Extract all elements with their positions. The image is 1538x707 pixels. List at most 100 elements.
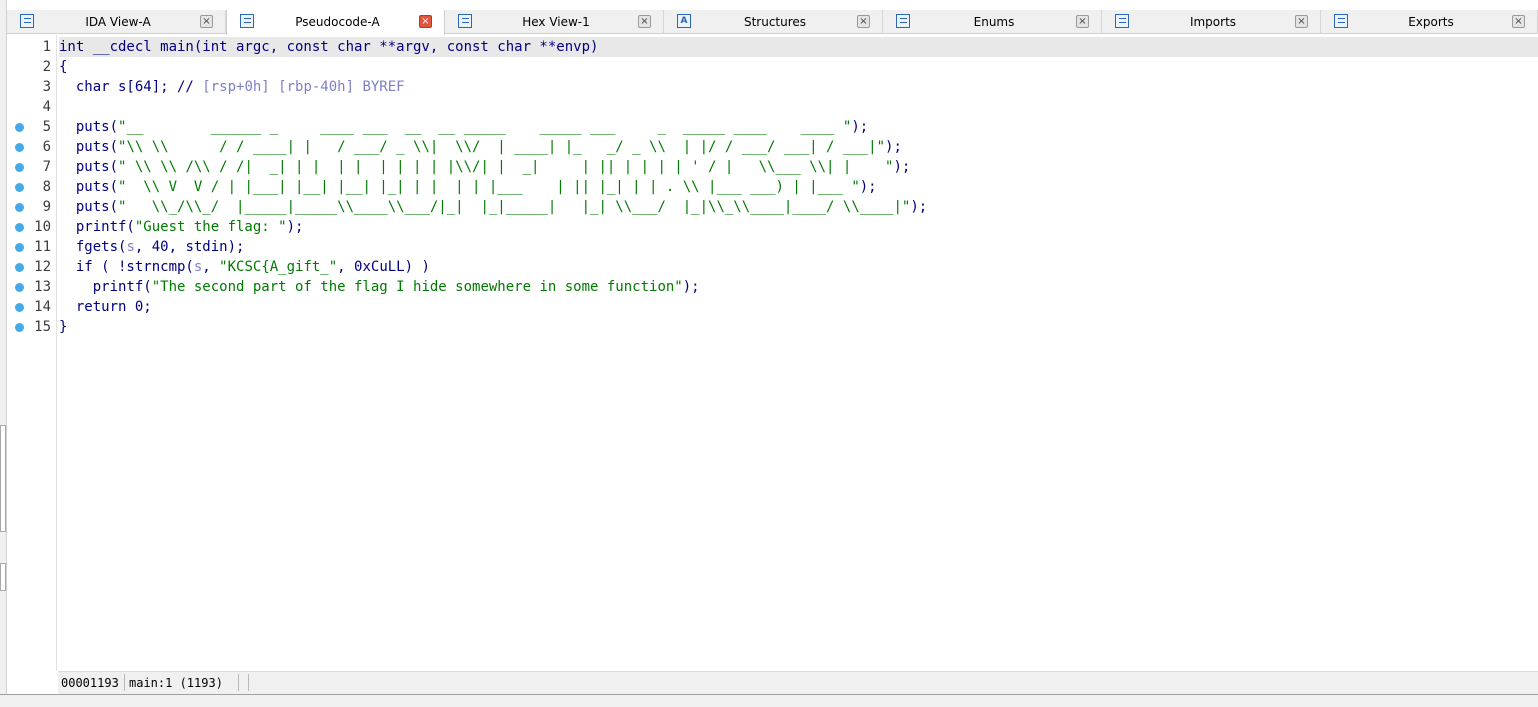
breakpoint-dot-icon[interactable] [15,323,24,332]
code-area[interactable]: int __cdecl main(int argc, const char **… [58,35,1538,671]
close-icon[interactable]: × [1076,15,1089,28]
code-token: ); [859,179,877,195]
code-token: puts( [59,179,119,195]
tab-enums[interactable]: Enums × [883,10,1102,34]
code-token: { [59,59,68,75]
code-token: ); [893,159,911,175]
code-line[interactable]: puts(" \\ \\ /\\ / /| _| | | | | | | | |… [59,157,910,177]
status-address: 00001193 [61,676,119,690]
code-token: puts( [59,199,119,215]
string-literal: "__ ______ _ ____ ___ __ __ _____ _____ … [118,119,852,135]
code-token: printf( [59,219,135,235]
code-line[interactable]: fgets(s, 40, stdin); [59,237,245,257]
code-line[interactable]: printf("Guest the flag: "); [59,217,304,237]
code-line[interactable]: puts("\\ \\ / / ____| | / ___/ _ \\| \\/… [59,137,902,157]
panel-splitter-handle[interactable] [0,563,6,591]
close-icon[interactable]: × [1512,15,1525,28]
status-divider [124,674,125,691]
code-line[interactable]: printf("The second part of the flag I hi… [59,277,700,297]
code-token: ); [682,279,700,295]
tab-pseudocode-a[interactable]: Pseudocode-A × [226,10,445,35]
string-literal: "Guest the flag: " [134,219,287,235]
comment-text: [rsp+0h] [rbp-40h] BYREF [202,79,405,95]
tab-exports[interactable]: Exports × [1321,10,1538,34]
code-token: int __cdecl main(int argc, const char **… [59,39,599,55]
tab-label: Structures [743,15,807,29]
breakpoint-dot-icon[interactable] [15,203,24,212]
line-number: 5 [42,119,51,135]
code-token: , [202,259,220,275]
line-number: 10 [34,219,51,235]
string-literal: "KCSC{A_gift_" [219,259,338,275]
breakpoint-dot-icon[interactable] [15,123,24,132]
line-number: 11 [34,239,51,255]
exports-icon [1334,14,1348,28]
tab-label: Hex View-1 [522,15,590,29]
code-line[interactable]: return 0; [59,297,152,317]
ida-view-icon [20,14,34,28]
close-icon[interactable]: × [638,15,651,28]
breakpoint-dot-icon[interactable] [15,303,24,312]
tab-hex-view-1[interactable]: Hex View-1 × [445,10,664,34]
line-number: 6 [42,139,51,155]
code-line[interactable]: if ( !strncmp(s, "KCSC{A_gift_", 0xCuLL)… [59,257,430,277]
string-literal: "\\ \\ / / ____| | / ___/ _ \\| \\/ | __… [118,139,886,155]
tab-imports[interactable]: Imports × [1102,10,1321,34]
line-number-gutter: 1 2 3 4 5 6 7 8 9 10 11 12 13 14 15 [7,35,57,671]
line-number: 1 [42,39,51,55]
breakpoint-dot-icon[interactable] [15,183,24,192]
tab-bar: IDA View-A × Pseudocode-A × Hex View-1 × A Stru… [7,10,1538,35]
breakpoint-dot-icon[interactable] [15,223,24,232]
close-icon[interactable]: × [419,15,432,28]
breakpoint-dot-icon[interactable] [15,243,24,252]
code-line[interactable]: char s[64]; // [rsp+0h] [rbp-40h] BYREF [59,77,405,97]
line-number: 14 [34,299,51,315]
tab-label: Enums [973,15,1015,29]
code-token: ); [286,219,304,235]
breakpoint-dot-icon[interactable] [15,143,24,152]
tab-label: Exports [1408,15,1454,29]
breakpoint-dot-icon[interactable] [15,263,24,272]
pseudocode-editor[interactable]: 1 2 3 4 5 6 7 8 9 10 11 12 13 14 15 int __cdecl main(i… [7,35,1538,671]
line-number: 4 [42,99,51,115]
left-panel-edge [0,0,7,707]
code-line[interactable]: puts(" \\_/\\_/ |_____|_____\\____\\___/… [59,197,927,217]
status-location: main:1 (1193) [129,676,223,690]
code-line[interactable]: { [59,57,67,77]
comment-text: s [126,239,135,255]
line-number: 13 [34,279,51,295]
code-token: ); [910,199,928,215]
line-number: 15 [34,319,51,335]
code-token: ); [885,139,902,155]
breakpoint-dot-icon[interactable] [15,283,24,292]
tab-ida-view-a[interactable]: IDA View-A × [7,10,226,34]
panel-splitter[interactable] [0,425,6,532]
code-token: ); [851,119,869,135]
status-bar: 00001193 main:1 (1193) [58,671,1538,694]
code-line[interactable]: } [59,317,67,337]
tab-label: Imports [1189,15,1237,29]
code-line[interactable]: puts("__ ______ _ ____ ___ __ __ _____ _… [59,117,868,137]
code-token: if ( !strncmp( [59,259,194,275]
code-line[interactable]: int __cdecl main(int argc, const char **… [59,37,1538,57]
code-token: puts( [59,139,119,155]
enums-icon [896,14,910,28]
string-literal: " \\ V V / | |___| |__| |__| |_| | | | |… [118,179,860,195]
bottom-edge [0,694,1538,707]
status-divider [248,674,249,691]
pseudocode-icon [240,14,254,28]
line-number: 8 [42,179,51,195]
tab-structures[interactable]: A Structures × [664,10,883,34]
status-divider [238,674,239,691]
line-number: 7 [42,159,51,175]
tab-label: IDA View-A [85,15,151,29]
close-icon[interactable]: × [857,15,870,28]
line-number: 12 [34,259,51,275]
string-literal: " \\ \\ /\\ / /| _| | | | | | | | | |\\/… [118,159,894,175]
code-token: return 0; [59,299,152,315]
close-icon[interactable]: × [200,15,213,28]
close-icon[interactable]: × [1295,15,1308,28]
code-token: , 0xCuLL) ) [337,259,430,275]
breakpoint-dot-icon[interactable] [15,163,24,172]
code-line[interactable]: puts(" \\ V V / | |___| |__| |__| |_| | … [59,177,877,197]
